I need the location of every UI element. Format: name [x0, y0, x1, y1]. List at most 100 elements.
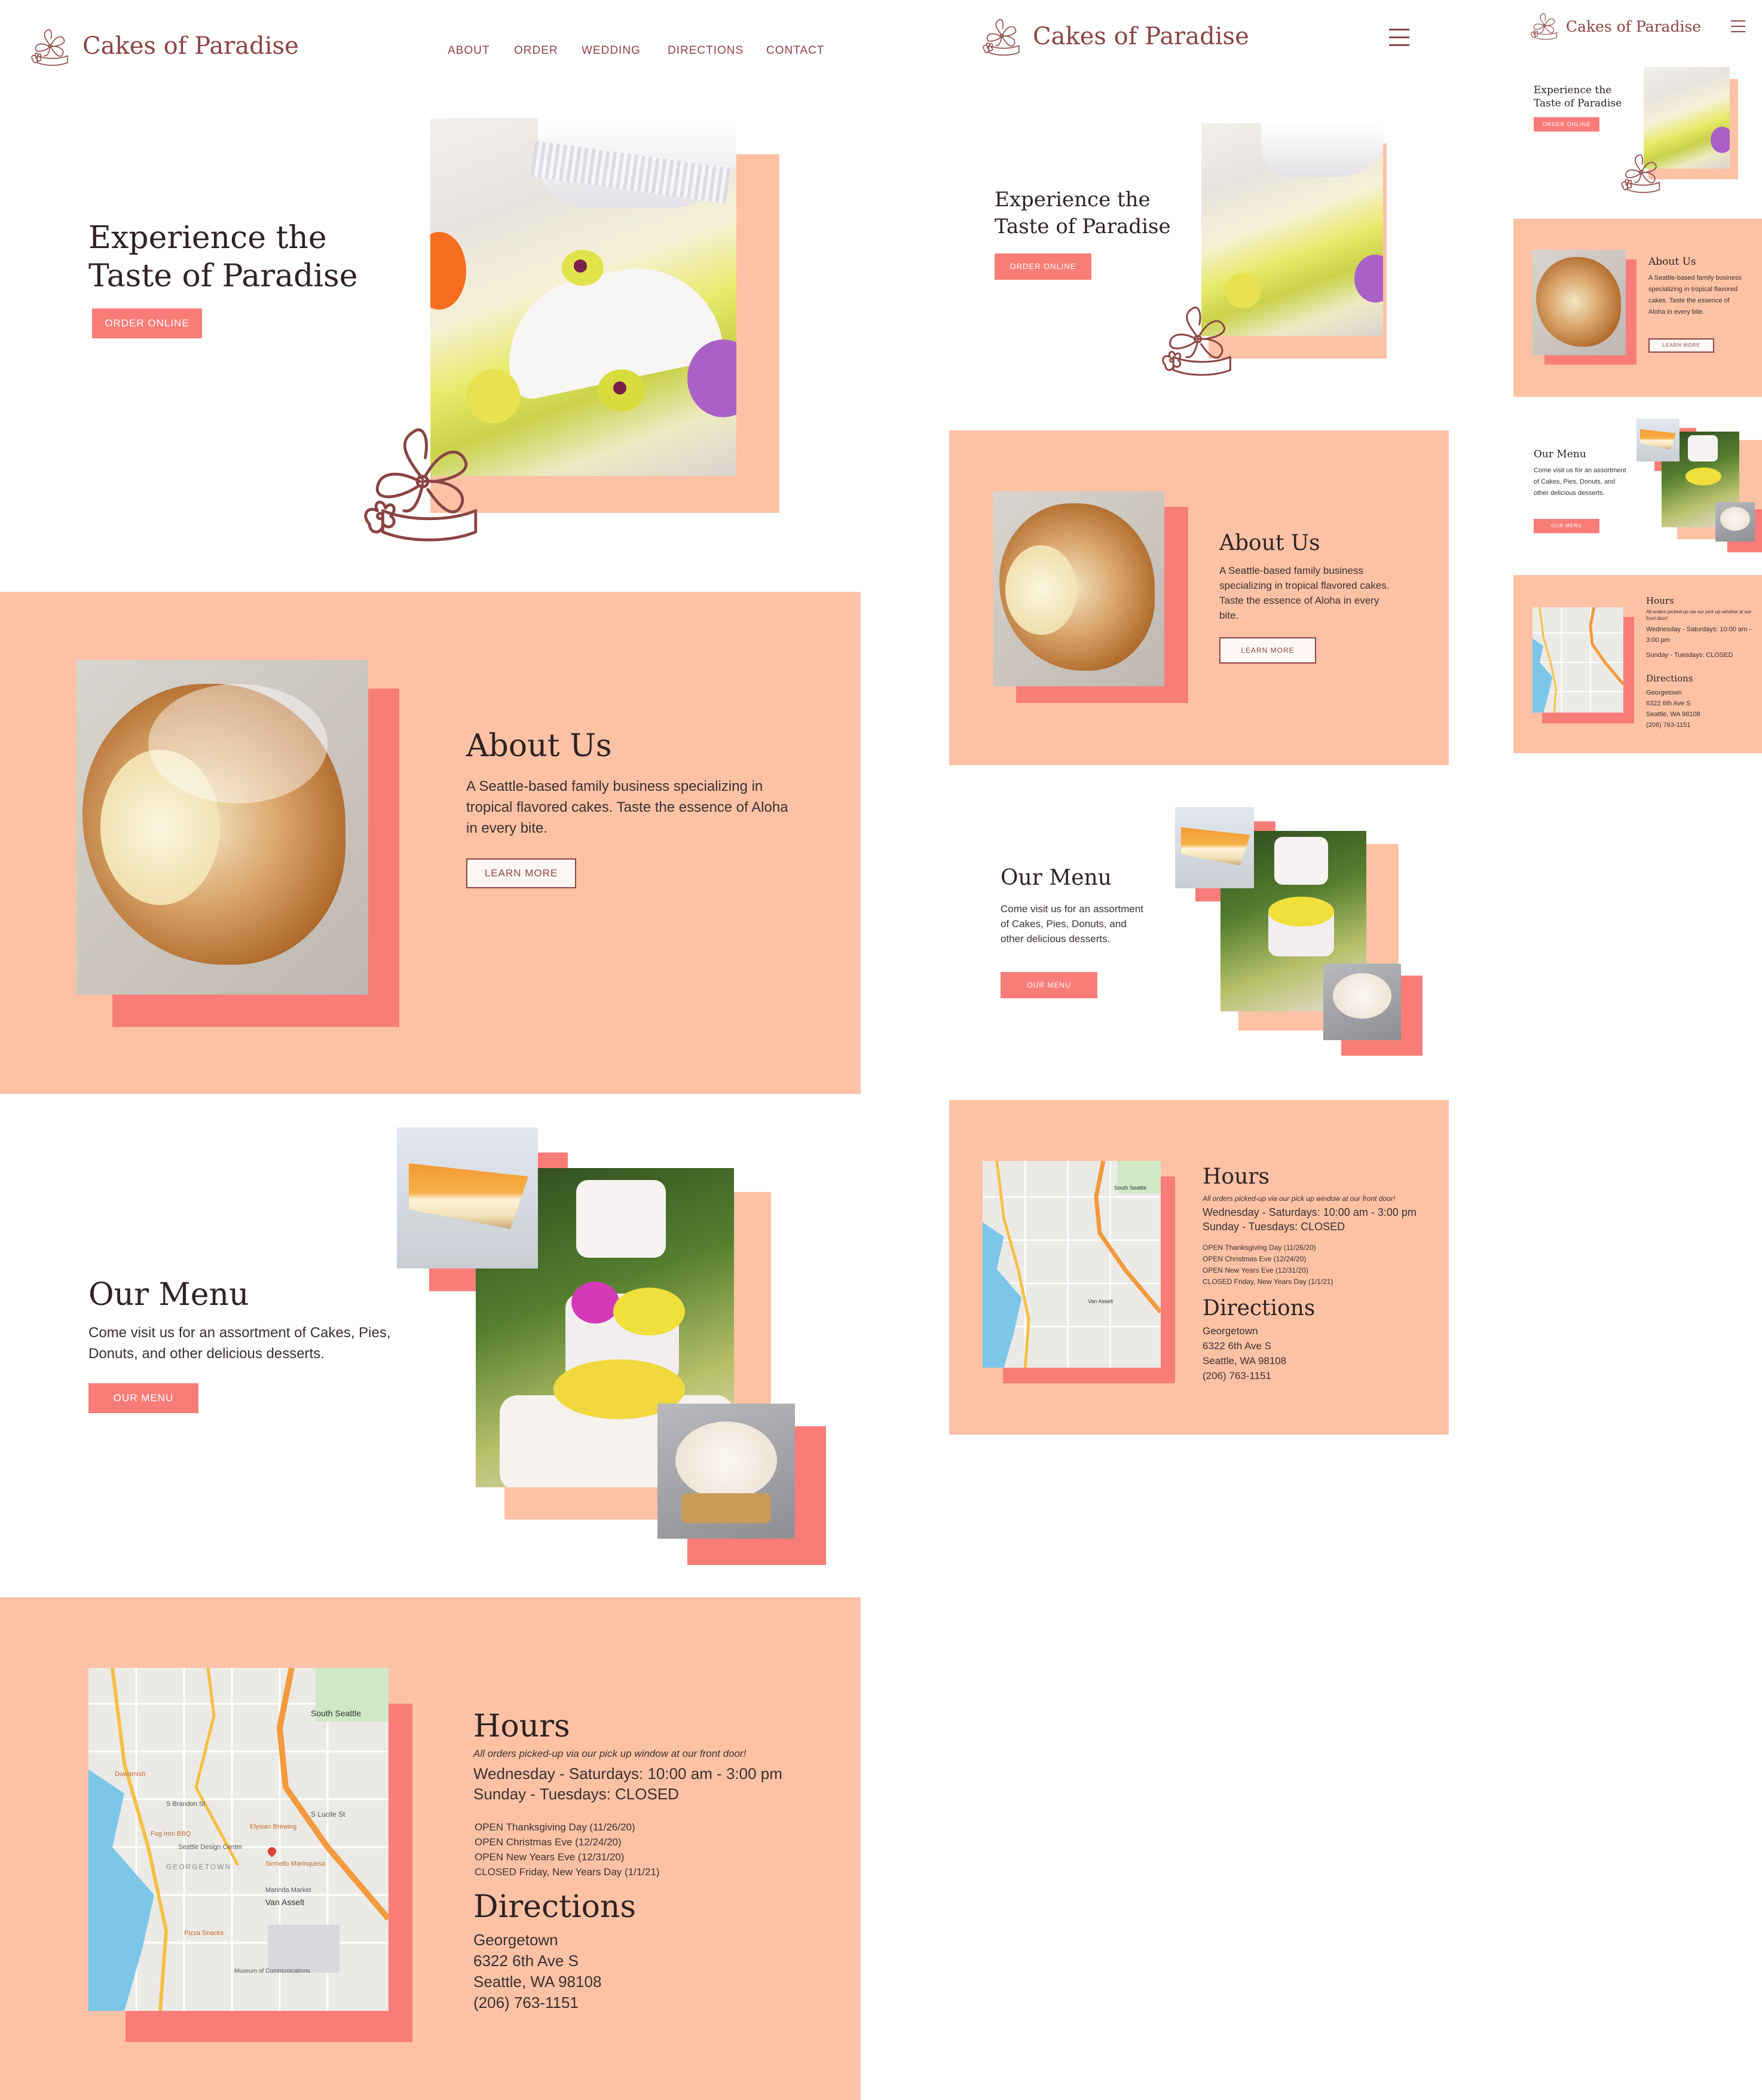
- pie-slice: [409, 1163, 528, 1229]
- brand-name[interactable]: Cakes of Paradise: [1033, 23, 1249, 50]
- menu-cake-yellow-flowers: [1685, 467, 1721, 485]
- hero-title-line2: Taste of Paradise: [1534, 97, 1622, 109]
- brand-logo-icon[interactable]: [980, 14, 1023, 60]
- map-label-van-asselt: Van Asselt: [265, 1897, 305, 1907]
- brand-logo-icon[interactable]: [1529, 10, 1560, 43]
- hours-special-item: OPEN New Years Eve (12/31/20): [1203, 1266, 1308, 1274]
- directions-phone[interactable]: (206) 763-1151: [1203, 1368, 1286, 1383]
- directions-city: Seattle, WA 98108: [1646, 711, 1700, 718]
- donut-sugar: [148, 684, 328, 803]
- directions-street: 6322 6th Ave S: [1203, 1340, 1272, 1352]
- hours-weekend: Sunday - Tuesdays: CLOSED: [1203, 1221, 1345, 1233]
- map-label-elysian: Elysian Brewing: [250, 1823, 297, 1830]
- cupcake-frosting: [1720, 507, 1750, 531]
- hamburger-icon[interactable]: [1389, 29, 1409, 47]
- hours-special-item: OPEN Thanksgiving Day (11/26/20): [1203, 1243, 1316, 1252]
- hours-title: Hours: [1203, 1164, 1270, 1189]
- directions-phone[interactable]: (206) 763-1151: [473, 1992, 601, 2013]
- map-label-fog-iron: Fog Iron BBQ: [151, 1830, 191, 1838]
- about-donut-photo: [77, 660, 368, 995]
- purple-flower: [1354, 255, 1383, 302]
- our-menu-button[interactable]: OUR MENU: [1001, 972, 1097, 998]
- hero-title: Experience the Taste of Paradise: [995, 187, 1171, 240]
- directions-street: 6322 6th Ave S: [473, 1952, 579, 1970]
- directions-title: Directions: [1646, 673, 1693, 684]
- map-label-south-seattle: South Seattle: [1114, 1185, 1147, 1191]
- magenta-center-1: [574, 259, 587, 273]
- hours-note: All orders picked-up via our pick up win…: [473, 1748, 747, 1759]
- our-menu-button[interactable]: OUR MENU: [1534, 519, 1599, 533]
- hours-note: All orders picked-up via our pick up win…: [1203, 1194, 1396, 1203]
- orange-flower: [430, 232, 466, 310]
- map-label-museum: Museum of Communications: [234, 1968, 310, 1974]
- menu-cupcake-photo: [657, 1404, 795, 1539]
- hours-special-item: OPEN New Years Eve (12/31/20): [475, 1851, 625, 1863]
- nav-wedding[interactable]: WEDDING: [582, 44, 641, 57]
- about-title: About Us: [466, 728, 612, 764]
- magenta-center-2: [613, 381, 626, 395]
- menu-cake-tier-top: [1688, 435, 1718, 461]
- hours-special-list: OPEN Thanksgiving Day (11/26/20) OPEN Ch…: [475, 1820, 660, 1879]
- map-label-van-asselt: Van Asselt: [1088, 1298, 1113, 1304]
- donut-body: [1536, 257, 1621, 347]
- hours-weekday: Wednesday - Saturdays: 10:00 am - 3:00 p…: [1646, 626, 1751, 644]
- nav-about[interactable]: ABOUT: [448, 44, 490, 57]
- hours-special-item: CLOSED Friday, New Years Day (1/1/21): [475, 1866, 660, 1878]
- nav-contact[interactable]: CONTACT: [766, 44, 824, 57]
- purple-flower: [1711, 127, 1730, 153]
- brand-logo-icon[interactable]: [29, 24, 72, 71]
- hero-title: Experience the Taste of Paradise: [1534, 84, 1622, 110]
- directions-address: Georgetown 6322 6th Ave S Seattle, WA 98…: [1203, 1323, 1286, 1383]
- menu-pie-photo: [1175, 807, 1254, 888]
- map-image[interactable]: South Seattle Van Asselt: [983, 1161, 1161, 1368]
- cupcake-frosting: [675, 1422, 777, 1499]
- about-donut-photo: [1532, 250, 1626, 355]
- menu-title: Our Menu: [1001, 866, 1112, 890]
- hamburger-icon[interactable]: [1731, 20, 1745, 32]
- directions-address: Georgetown 6322 6th Ave S Seattle, WA 98…: [1646, 687, 1700, 730]
- directions-city: Seattle, WA 98108: [473, 1973, 602, 1991]
- map-label-design-center: Seattle Design Center: [178, 1844, 243, 1851]
- cupcake-base: [681, 1493, 771, 1523]
- our-menu-button[interactable]: OUR MENU: [88, 1383, 198, 1413]
- directions-city: Seattle, WA 98108: [1203, 1355, 1287, 1367]
- hours-special-item: OPEN Christmas Eve (12/24/20): [1203, 1255, 1307, 1263]
- map-label-lucile: S Lucile St: [311, 1810, 345, 1818]
- about-donut-photo: [993, 491, 1164, 686]
- nav-order[interactable]: ORDER: [514, 44, 558, 57]
- map-roads: [88, 1668, 389, 2011]
- hours-weekday: Wednesday - Saturdays: 10:00 am - 3:00 p…: [1203, 1206, 1417, 1218]
- map-roads: [1532, 607, 1623, 713]
- map-image[interactable]: [1532, 607, 1623, 713]
- map-label-south-seattle: South Seattle: [311, 1708, 362, 1718]
- hero-cake-flower-icon: [356, 412, 489, 556]
- menu-text: Come visit us for an assortment of Cakes…: [1534, 467, 1626, 497]
- map-label-brandon: S Brandon St: [166, 1801, 206, 1808]
- nav-directions[interactable]: DIRECTIONS: [668, 44, 744, 57]
- map-image[interactable]: South Seattle S Brandon St S Lucile St E…: [88, 1668, 389, 2011]
- brand-name[interactable]: Cakes of Paradise: [1566, 18, 1701, 35]
- menu-cake-magenta-flower: [571, 1282, 619, 1323]
- hours-title: Hours: [473, 1708, 570, 1744]
- directions-title: Directions: [473, 1889, 637, 1925]
- learn-more-button[interactable]: LEARN MORE: [1219, 637, 1316, 664]
- order-online-button[interactable]: ORDER ONLINE: [92, 308, 202, 338]
- menu-cupcake-photo: [1715, 502, 1755, 542]
- hours-weekend: Sunday - Tuesdays: CLOSED: [1646, 652, 1733, 659]
- directions-title: Directions: [1203, 1296, 1316, 1320]
- menu-pie-photo: [397, 1127, 538, 1268]
- hours-special-list: OPEN Thanksgiving Day (11/26/20) OPEN Ch…: [1203, 1242, 1333, 1288]
- hero-title: Experience the Taste of Paradise: [88, 219, 358, 295]
- learn-more-button[interactable]: LEARN MORE: [1648, 338, 1714, 353]
- directions-neighborhood: Georgetown: [473, 1931, 558, 1949]
- learn-more-button[interactable]: LEARN MORE: [466, 858, 576, 888]
- brand-name[interactable]: Cakes of Paradise: [82, 32, 299, 60]
- menu-title: Our Menu: [1534, 448, 1586, 460]
- map-label-marinda: Marinda Market: [265, 1887, 311, 1894]
- directions-phone[interactable]: (206) 763-1151: [1646, 720, 1700, 730]
- order-online-button[interactable]: ORDER ONLINE: [995, 253, 1091, 280]
- order-online-button[interactable]: ORDER ONLINE: [1534, 117, 1599, 132]
- menu-text: Come visit us for an assortment of Cakes…: [1001, 903, 1144, 944]
- directions-neighborhood: Georgetown: [1203, 1325, 1258, 1337]
- directions-street: 6322 6th Ave S: [1646, 700, 1691, 707]
